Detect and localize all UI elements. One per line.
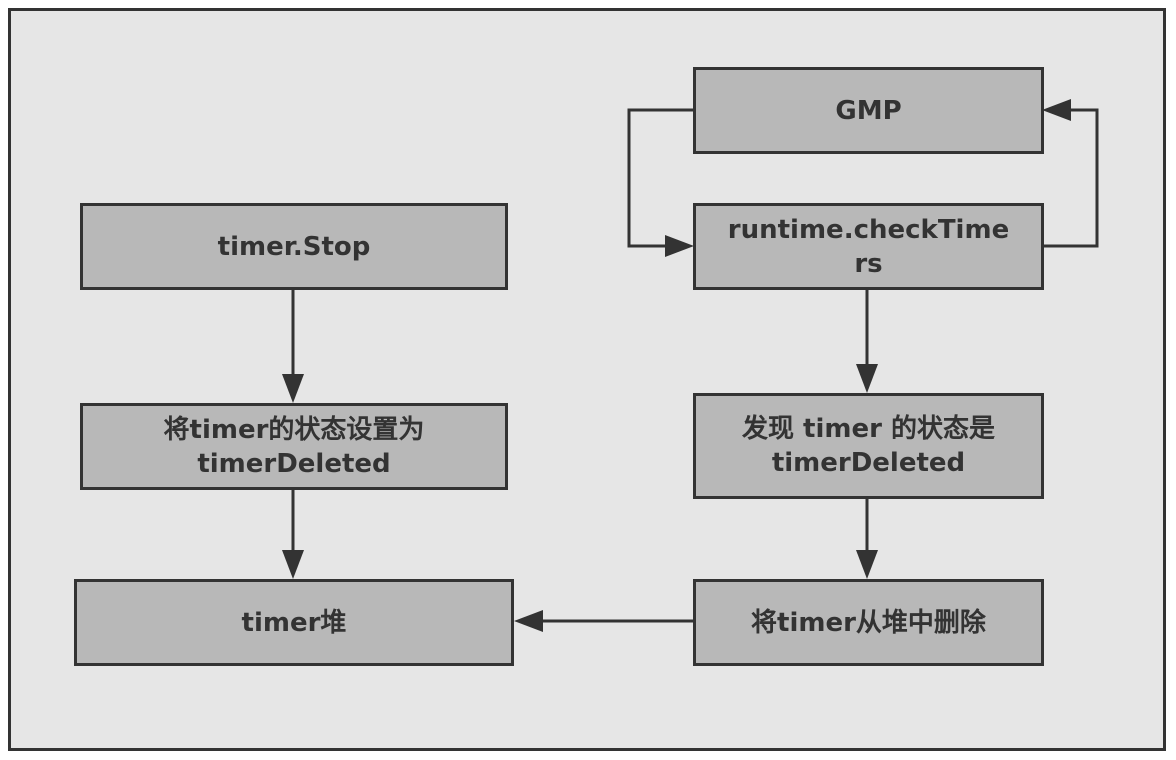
node-timer-heap: timer堆 <box>74 579 514 666</box>
node-remove-from-heap: 将timer从堆中删除 <box>693 579 1044 666</box>
node-found-timer-deleted: 发现 timer 的状态是 timerDeleted <box>693 393 1044 499</box>
node-timer-stop: timer.Stop <box>80 203 508 290</box>
node-gmp: GMP <box>693 67 1044 154</box>
node-set-timer-deleted: 将timer的状态设置为 timerDeleted <box>80 403 508 490</box>
node-runtime-check-timers: runtime.checkTime rs <box>693 203 1044 290</box>
